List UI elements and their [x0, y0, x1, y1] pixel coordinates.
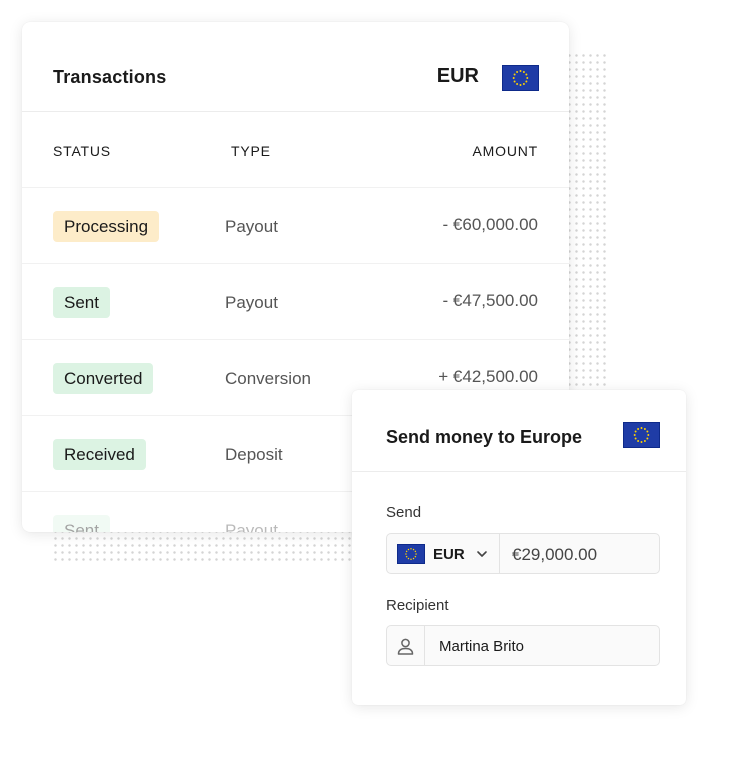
chevron-down-icon: [477, 551, 487, 557]
transactions-header: Transactions EUR: [22, 22, 569, 112]
amount-cell: - €47,500.00: [442, 291, 538, 310]
eu-flag-icon: [623, 422, 660, 448]
type-cell: Payout: [225, 217, 278, 236]
transactions-title: Transactions: [53, 67, 167, 87]
amount-cell: + €42,500.00: [438, 367, 538, 386]
amount-cell: - €60,000.00: [442, 215, 538, 234]
recipient-label: Recipient: [386, 597, 449, 614]
eu-flag-icon: [502, 65, 539, 91]
eu-flag-icon: [397, 544, 425, 564]
transactions-currency: EUR: [436, 65, 479, 87]
send-money-title: Send money to Europe: [386, 427, 583, 447]
currency-select[interactable]: EUR: [387, 534, 500, 573]
person-icon: [397, 638, 414, 655]
type-cell: Conversion: [225, 369, 311, 388]
status-badge: Received: [53, 439, 146, 470]
status-badge: Sent: [53, 515, 110, 532]
type-cell: Payout: [225, 293, 278, 312]
table-row[interactable]: Processing Payout - €60,000.00: [22, 188, 569, 264]
column-header-amount: AMOUNT: [472, 143, 538, 159]
person-icon-box: [387, 626, 425, 665]
send-money-card: Send money to Europe Send EUR €29,000.00…: [352, 390, 686, 705]
table-row[interactable]: Sent Payout - €47,500.00: [22, 264, 569, 340]
amount-input[interactable]: €29,000.00: [512, 545, 597, 565]
column-header-type: TYPE: [231, 143, 271, 159]
send-money-header: Send money to Europe: [352, 390, 686, 472]
recipient-name-input[interactable]: Martina Brito: [439, 638, 524, 655]
column-header-status: STATUS: [53, 143, 111, 159]
send-amount-field: EUR €29,000.00: [386, 533, 660, 574]
table-header: STATUS TYPE AMOUNT: [22, 112, 569, 188]
dot-pattern-right: [566, 52, 606, 402]
recipient-field[interactable]: Martina Brito: [386, 625, 660, 666]
send-label: Send: [386, 504, 422, 521]
type-cell: Payout: [225, 521, 278, 532]
type-cell: Deposit: [225, 445, 283, 464]
status-badge: Converted: [53, 363, 154, 394]
status-badge: Sent: [53, 287, 110, 318]
status-badge: Processing: [53, 211, 160, 242]
dot-pattern-bottom: [52, 528, 362, 564]
currency-code: EUR: [433, 546, 465, 563]
